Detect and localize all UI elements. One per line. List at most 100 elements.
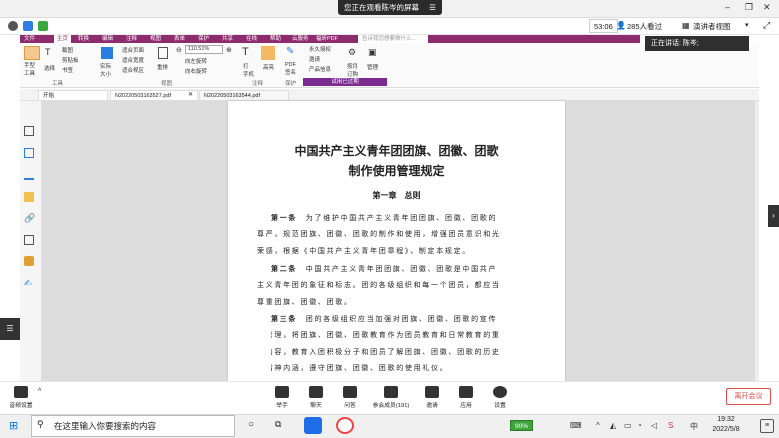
signature-icon[interactable]: ✍ [24,278,34,288]
actual-size-label[interactable]: 实际 大小 [100,62,111,78]
clock-date[interactable]: 2022/5/8 [706,426,746,433]
fit-width-label[interactable]: 适合宽度 [122,56,144,64]
clipboard-label[interactable]: 剪贴板 [62,56,79,64]
cortana-icon[interactable]: ○ [248,419,254,430]
battery-indicator[interactable]: 90% [510,420,533,431]
menu-cloud[interactable]: 云服务 [292,35,309,43]
network-icon[interactable]: ◭ [610,421,616,430]
menu-foxit[interactable]: 福昕PDF [316,35,338,43]
participants-button[interactable]: 参会成员(191) [368,386,414,409]
highlight-label[interactable]: 高亮 [263,63,274,71]
pdf-sign-label[interactable]: PDF 签名 [285,62,296,76]
hand-tool-icon[interactable] [24,46,40,60]
viewers-count[interactable]: 285人看过 [627,21,662,32]
audio-settings-button[interactable]: 音频设置 [6,386,36,409]
fit-view-label[interactable]: 适合视区 [122,66,144,74]
highlight-icon[interactable] [261,46,275,60]
chevron-down-icon[interactable]: ▾ [745,21,749,29]
copy-pages-icon[interactable] [24,148,34,158]
menu-convert[interactable]: 转换 [78,35,89,43]
zoom-in-icon[interactable]: ⊕ [226,46,232,54]
manage-label[interactable]: 管理 [367,63,378,71]
menu-view[interactable]: 视图 [150,35,161,43]
menu-icon[interactable]: ☰ [429,0,436,15]
keyboard-icon[interactable]: ⌨ [570,421,582,430]
typewriter-label[interactable]: 打 字机 [243,62,254,78]
screen-share-banner[interactable]: 您正在观看陈岑的屏幕 ☰ [338,0,442,15]
tab-document-1[interactable]: N20220503163527.pdf [110,90,198,100]
lock-icon[interactable] [24,256,34,266]
info-icon[interactable] [8,21,18,31]
ribbon-search-input[interactable]: 告诉我您想要做什么... [358,35,428,43]
chevron-up-tray-icon[interactable]: ^ [596,421,600,430]
select-label[interactable]: 选择 [44,64,55,72]
language-icon[interactable]: 中 [690,421,698,432]
rotate-right-label[interactable]: 向右旋转 [185,67,207,75]
close-icon[interactable]: ✕ [763,2,771,13]
meeting-app-icon[interactable] [304,417,322,434]
apps-button[interactable]: 应用 [456,386,476,409]
qa-button[interactable]: 问答 [340,386,360,409]
volume-icon[interactable]: ◁ [651,421,657,430]
reflow-label[interactable]: 重排 [157,63,168,71]
buy-subscribe-icon[interactable]: ⚙ [348,47,356,58]
close-tab-icon[interactable]: ✕ [188,91,193,98]
tab-start[interactable]: 开始 [38,90,108,100]
menu-file[interactable]: 文件 [24,35,35,43]
tab-document-2[interactable]: N20220503163544.pdf [199,90,289,100]
zoom-input[interactable]: 110.51% [185,45,223,54]
product-compare-label[interactable]: 产品信息 [309,65,331,73]
layers-icon[interactable] [24,170,34,180]
menu-form[interactable]: 表单 [174,35,185,43]
chevron-right-icon[interactable]: › [768,205,779,227]
input-method-icon[interactable]: S [668,421,673,430]
menu-home[interactable]: 主页 [54,35,72,43]
clock-time[interactable]: 19:32 [713,416,739,423]
browser-app-icon[interactable] [336,417,354,434]
fullscreen-icon[interactable]: ⤢ [763,20,770,31]
notification-icon[interactable]: ≡ [760,419,774,433]
shield-icon[interactable] [23,21,33,31]
buy-subscribe-label[interactable]: 按月 订购 [347,62,358,78]
menu-protect[interactable]: 保护 [198,35,209,43]
menu-share[interactable]: 共享 [222,35,233,43]
manage-icon[interactable]: ▣ [368,47,377,58]
speaker-view-button[interactable]: 演讲者视图 [693,21,731,32]
reflow-icon[interactable] [158,47,168,59]
page-thumbnail-icon[interactable] [24,126,34,136]
chat-button[interactable]: 聊天 [306,386,326,409]
screenshot-label[interactable]: 截图 [62,46,73,54]
task-view-icon[interactable]: ⧉ [275,419,281,430]
battery-tray-icon[interactable]: ▭ [624,421,632,430]
hand-tool-label[interactable]: 手型 工具 [24,61,35,77]
taskbar-search-input[interactable]: 在这里输入你要搜索的内容 [31,415,235,437]
permanent-license-label[interactable]: 永久授权 [309,45,331,53]
wifi-icon[interactable]: ◔ [637,421,642,430]
comments-icon[interactable] [24,192,34,202]
typewriter-icon[interactable]: T [242,46,249,58]
leave-meeting-button[interactable]: 离开会议 [726,388,771,405]
minimize-icon[interactable]: – [725,2,730,12]
form-fields-icon[interactable] [24,235,34,245]
restore-icon[interactable]: ❐ [745,2,753,13]
menu-help[interactable]: 帮助 [270,35,281,43]
menu-online[interactable]: 在线 [246,35,257,43]
invite-button[interactable]: 邀请 [422,386,442,409]
attachment-icon[interactable]: 🔗 [24,213,35,223]
rotate-left-label[interactable]: 向左旋转 [185,57,207,65]
select-icon[interactable]: T [45,47,51,57]
zoom-out-icon[interactable]: ⊖ [176,46,182,54]
vertical-scrollbar[interactable] [755,101,759,381]
settings-button[interactable]: 设置 [490,386,510,409]
actual-size-icon[interactable] [101,47,113,59]
windows-start-icon[interactable]: ⊞ [9,419,18,432]
invite-label[interactable]: 邀请 [309,55,320,63]
raise-hand-button[interactable]: 举手 [272,386,292,409]
menu-edit[interactable]: 编辑 [102,35,113,43]
menu-comment[interactable]: 注释 [126,35,137,43]
pdf-sign-icon[interactable]: ✎ [286,46,294,57]
list-toggle-icon[interactable]: ☰ [0,318,20,340]
chevron-up-icon[interactable]: ^ [38,388,41,395]
bookmark-label[interactable]: 书签 [62,66,73,74]
fit-page-label[interactable]: 适合页面 [122,46,144,54]
